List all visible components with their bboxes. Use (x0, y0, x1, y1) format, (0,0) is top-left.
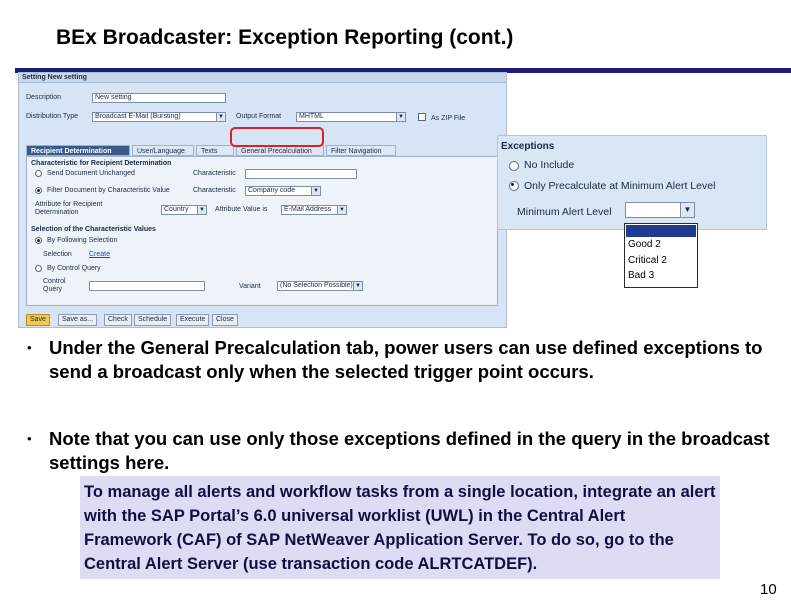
only-precalculate-radio[interactable] (509, 181, 519, 191)
chevron-down-icon: ▼ (396, 113, 405, 121)
check-button[interactable]: Check (104, 314, 132, 326)
filter-by-value-radio[interactable] (35, 187, 42, 194)
selection-label: Selection (43, 251, 72, 258)
by-following-selection-radio[interactable] (35, 237, 42, 244)
variant-label: Variant (239, 283, 261, 290)
filter-by-value-label: Filter Document by Characteristic Value (47, 187, 170, 194)
no-include-radio[interactable] (509, 161, 519, 171)
control-query-input[interactable] (89, 281, 205, 291)
description-input[interactable]: New setting (92, 93, 226, 103)
tab-texts[interactable]: Texts (196, 145, 234, 156)
by-control-query-label: By Control Query (47, 265, 101, 272)
chevron-down-icon: ▼ (197, 206, 206, 214)
output-format-select[interactable]: MHTML ▼ (296, 112, 406, 122)
attribute-select[interactable]: Country ▼ (161, 205, 207, 215)
zip-file-checkbox[interactable] (418, 113, 426, 121)
tab-user-language[interactable]: User/Language (132, 145, 194, 156)
slide-title: BEx Broadcaster: Exception Reporting (co… (56, 26, 514, 49)
create-selection-link[interactable]: Create (89, 251, 110, 258)
attribute-is-label: Attribute Value is (215, 206, 268, 213)
tab-recipient-determination[interactable]: Recipient Determination (26, 145, 130, 156)
characteristic-section-title: Characteristic for Recipient Determinati… (31, 160, 172, 167)
characteristic-input-empty[interactable] (245, 169, 357, 179)
chevron-down-icon: ▼ (216, 113, 225, 121)
control-query-label: Control Query (43, 278, 66, 293)
close-button[interactable]: Close (212, 314, 238, 326)
settings-header: Setting New setting (19, 73, 506, 83)
description-label: Description (26, 94, 62, 101)
save-button[interactable]: Save (26, 314, 50, 326)
characteristic-select[interactable]: Company code ▼ (245, 186, 321, 196)
option-critical-2[interactable]: Critical 2 (628, 255, 667, 266)
characteristic-label-2: Characteristic (193, 187, 236, 194)
zip-file-label: As ZIP File (431, 115, 466, 122)
execute-button[interactable]: Execute (176, 314, 210, 326)
chevron-down-icon: ▼ (680, 203, 694, 217)
option-good-2[interactable]: Good 2 (628, 239, 661, 250)
bullet-text-1: Under the General Precalculation tab, po… (49, 337, 763, 382)
broadcaster-settings-panel: Setting New setting Description New sett… (18, 72, 507, 328)
by-following-selection-label: By Following Selection (47, 237, 118, 244)
save-as-button[interactable]: Save as... (58, 314, 98, 326)
chevron-down-icon: ▼ (353, 282, 362, 290)
output-format-value: MHTML (299, 113, 324, 120)
attribute-is-value: E-Mail Address (284, 206, 332, 213)
min-alert-level-label: Minimum Alert Level (517, 206, 612, 218)
min-alert-level-select[interactable]: ▼ (625, 202, 695, 218)
general-precalculation-highlight (230, 127, 324, 147)
output-format-label: Output Format (236, 113, 282, 120)
bullet-dot: • (27, 340, 32, 355)
characteristic-label-1: Characteristic (193, 170, 236, 177)
attribute-value: Country (164, 206, 189, 213)
distribution-type-value: Broadcast E-Mail (Bursting) (95, 113, 181, 120)
recipient-determination-body: Characteristic for Recipient Determinati… (26, 156, 498, 306)
attribute-label: Attribute for Recipient Determination (35, 201, 103, 216)
by-control-query-radio[interactable] (35, 265, 42, 272)
attribute-is-select[interactable]: E-Mail Address ▼ (281, 205, 347, 215)
variant-value: (No Selection Possible) (280, 282, 353, 289)
distribution-type-select[interactable]: Broadcast E-Mail (Bursting) ▼ (92, 112, 226, 122)
alert-level-dropdown-list: Good 2 Critical 2 Bad 3 (624, 223, 698, 288)
only-precalculate-label: Only Precalculate at Minimum Alert Level (524, 180, 716, 192)
page-number: 10 (760, 581, 777, 598)
bullet-dot: • (27, 431, 32, 446)
schedule-button[interactable]: Schedule (134, 314, 172, 326)
exceptions-panel: Exceptions No Include Only Precalculate … (497, 135, 767, 230)
exceptions-title: Exceptions (501, 141, 555, 152)
note-text: To manage all alerts and workflow tasks … (84, 483, 716, 573)
option-bad-3[interactable]: Bad 3 (628, 270, 654, 281)
settings-body: Description New setting Distribution Typ… (22, 85, 502, 326)
no-include-label: No Include (524, 159, 575, 171)
bullet-text-2: Note that you can use only those excepti… (49, 428, 770, 473)
tab-filter-navigation[interactable]: Filter Navigation (326, 145, 396, 156)
selection-section-title: Selection of the Characteristic Values (31, 226, 156, 233)
characteristic-value: Company code (248, 187, 296, 194)
chevron-down-icon: ▼ (337, 206, 346, 214)
variant-select[interactable]: (No Selection Possible) ▼ (277, 281, 363, 291)
send-unchanged-radio[interactable] (35, 170, 42, 177)
distribution-type-label: Distribution Type (26, 113, 79, 120)
dropdown-highlight (626, 225, 696, 237)
send-unchanged-label: Send Document Unchanged (47, 170, 135, 177)
chevron-down-icon: ▼ (311, 187, 320, 195)
